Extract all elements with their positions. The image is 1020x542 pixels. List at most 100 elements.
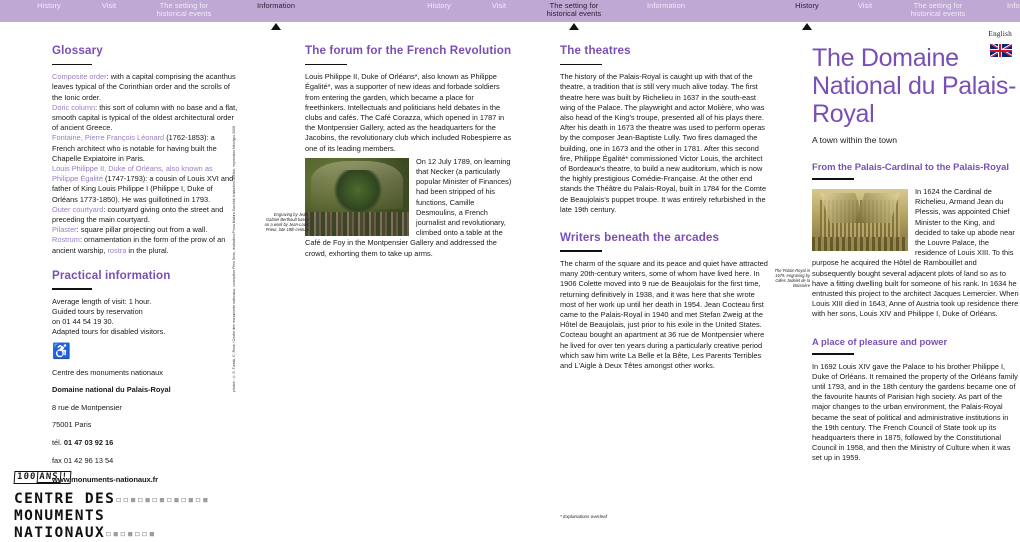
glossary-heading: Glossary [52,44,103,57]
glossary-term: Outer courtyard [52,204,104,214]
tab-information[interactable]: Information [236,1,316,10]
tab-history-2[interactable]: History [408,1,470,10]
engraving-tree [334,170,382,214]
glossary-term: Rostrum [52,235,80,245]
cmn-logo-block: 100 ANS! CENTRE DES▫▫▪▫▪▫▪▫▪▫▪▫▪ MONUMENT… [13,466,254,542]
section-palais-cardinal: From the Palais-Cardinal to the Palais-R… [812,161,1020,320]
logo-years-word: ANS [36,471,61,483]
engraving-garden [812,237,908,251]
wheelchair-icon: ♿ [52,342,71,360]
glossary-entry: Pilaster: square pillar projecting out f… [52,225,238,235]
glossary-term: Pilaster [52,225,77,235]
logo-line-2: MONUMENTS NATIONAUX [14,508,106,541]
contact-tel: tél. 01 47 03 92 16 [52,438,238,448]
column-theatres: The theatres The history of the Palais-R… [560,44,768,371]
contact-org: Centre des monuments nationaux [52,367,163,377]
forum-figure-wrap: On 12 July 1789, on learning that Necker… [305,157,513,259]
heading-rule [812,178,854,180]
tab-setting-3[interactable]: The setting for historical events [892,1,984,19]
top-tab-bar: History Visit The setting for historical… [0,0,1020,30]
logo-years-suffix: ! [61,472,69,482]
column-main: The Domaine National du Palais-Royal A t… [812,44,1020,464]
vertical-credits: photos : © S. Tursak, C. Rose / Centre d… [232,125,236,392]
glossary-entry: Louis Philippe II, Duke of Orléans, also… [52,164,238,205]
cmn-wordmark: CENTRE DES▫▫▪▫▪▫▪▫▪▫▪▫▪ MONUMENTS NATION… [14,491,254,542]
glossary-term: rostra [107,245,127,255]
footnote-explanations-overleaf: * Explanations overleaf [560,514,607,519]
theatres-heading: The theatres [560,44,631,57]
engraving-palais-royal-1679 [812,189,908,251]
contact-city: 75001 Paris [52,420,92,430]
main-figure-caption: The Palais-Royal in 1679, engraving by G… [774,268,811,288]
tab-pointer-setting [569,23,579,30]
glossary-term: Doric column [52,102,96,112]
tab-information-3[interactable]: Information [986,1,1020,10]
tab-visit-2[interactable]: Visit [476,1,522,10]
tab-group-1: History Visit The setting for historical… [0,0,340,30]
section-body: In 1692 Louis XIV gave the Palace to his… [812,362,1020,464]
100-ans-logo: 100 ANS! [13,471,72,484]
section-heading: From the Palais-Cardinal to the Palais-R… [812,161,1009,172]
logo-years: 100 [16,472,37,482]
glossary-entry: Composite order: with a capital comprisi… [52,72,238,103]
contact-fax: fax 01 42 96 13 54 [52,455,114,465]
glossary-term: Fontaine, Pierre François Léonard [52,133,165,143]
engraving-camille-desmoulins [305,157,409,236]
glossary-def: : square pillar projecting out from a wa… [76,225,208,235]
practical-line: Adapted tours for disabled visitors. [52,327,166,337]
logo-line-1: CENTRE DES [14,491,116,507]
glossary-entries: Composite order: with a capital comprisi… [52,72,238,256]
glossary-entry: Fontaine, Pierre François Léonard (1762-… [52,133,238,164]
theatres-body: The history of the Palais-Royal is caugh… [560,72,768,215]
tel-number: 01 47 03 92 16 [63,438,114,448]
heading-rule [305,63,347,66]
column-glossary: Glossary Composite order: with a capital… [52,44,238,493]
glossary-entry: Outer courtyard: courtyard giving onto t… [52,205,238,225]
contact-site: Domaine national du Palais-Royal [52,385,171,395]
section-pleasure-power: A place of pleasure and power In 1692 Lo… [812,336,1020,464]
page-title: The Domaine National du Palais-Royal [812,44,1017,128]
section-heading: A place of pleasure and power [812,335,948,347]
contact-street: 8 rue de Montpensier [52,402,122,412]
logo-ghost-pattern: ▫▫▪▫▪▫▪▫▪▫▪▫▪ [115,493,210,506]
writers-block: Writers beneath the arcades The charm of… [560,231,768,371]
logo-ghost-pattern: ▫▪▫▪▫▫▪ [105,527,156,540]
section-paragraph: In 1692 Louis XIV gave the Palace to his… [812,361,1018,463]
tab-pointer-information [271,23,281,30]
writers-body: The charm of the square and its peace an… [560,259,768,371]
glossary-entry: Rostrum: ornamentation in the form of th… [52,235,238,255]
heading-rule [560,63,602,66]
practical-line: Average length of visit: 1 hour. [52,296,152,306]
glossary-def: in the plural. [126,245,169,255]
forum-body: Louis Philippe II, Duke of Orléans*, als… [305,72,513,259]
heading-rule [812,353,854,355]
glossary-entry: Doric column: this sort of column with n… [52,103,238,134]
tel-label: tél. [52,438,62,448]
practical-information-block: Practical information Average length of … [52,269,238,485]
tab-visit[interactable]: Visit [86,1,132,10]
heading-rule [52,288,92,290]
glossary-term: Composite order [52,72,107,82]
forum-paragraph-1: Louis Philippe II, Duke of Orléans*, als… [305,72,512,153]
tab-visit-3[interactable]: Visit [842,1,888,10]
forum-heading: The forum for the French Revolution [305,44,512,57]
tab-setting[interactable]: The setting for historical events [138,1,230,19]
tab-group-2: History Visit The setting for historical… [390,0,730,30]
writers-heading: Writers beneath the arcades [560,230,720,244]
brochure-page: History Visit The setting for historical… [0,0,1020,542]
tab-information-2[interactable]: Information [626,1,706,10]
practical-line: Guided tours by reservation [52,307,143,317]
writers-paragraph: The charm of the square and its peace an… [560,259,768,371]
page-subtitle: A town within the town [812,135,898,145]
theatres-paragraph: The history of the Palais-Royal is caugh… [560,72,767,214]
engraving-crowd [305,212,409,236]
practical-lines: Average length of visit: 1 hour. Guided … [52,297,238,338]
tab-group-3: History Visit The setting for historical… [768,0,1020,30]
tab-history[interactable]: History [18,1,80,10]
column-forum: The forum for the French Revolution Loui… [305,44,513,259]
language-label: English [988,30,1012,38]
practical-line: on 01 44 54 19 30. [52,317,114,327]
tab-history-3[interactable]: History [776,1,838,10]
tab-setting-2[interactable]: The setting for historical events [528,1,620,19]
heading-rule [52,63,92,66]
